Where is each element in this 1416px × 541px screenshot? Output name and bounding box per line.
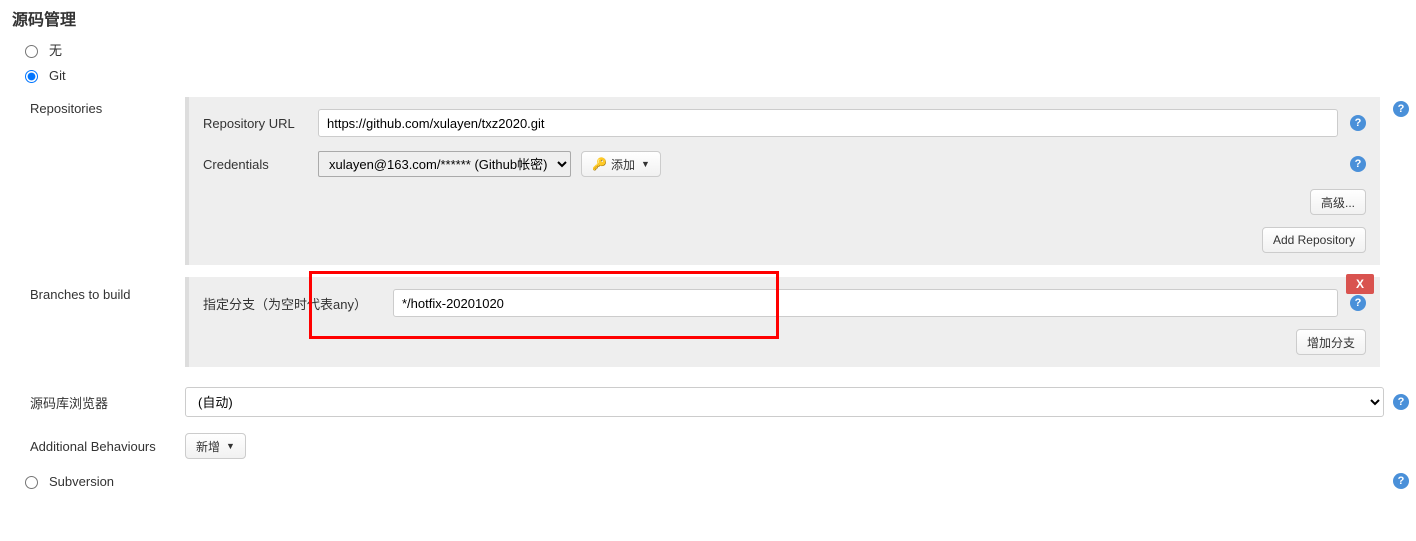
repo-browser-label: 源码库浏览器 [30,393,185,412]
help-icon[interactable]: ? [1350,156,1366,172]
repository-url-input[interactable] [318,109,1338,137]
branches-section-label: Branches to build [30,273,185,367]
caret-down-icon: ▼ [641,159,650,169]
additional-behaviours-label: Additional Behaviours [30,439,185,454]
help-icon[interactable]: ? [1393,101,1409,117]
scm-subversion-label[interactable]: Subversion [49,474,114,489]
add-repository-button[interactable]: Add Repository [1262,227,1366,253]
help-icon[interactable]: ? [1350,115,1366,131]
add-behaviour-button[interactable]: 新增 ▼ [185,433,246,459]
credentials-select[interactable]: xulayen@163.com/****** (Github帐密) [318,151,571,177]
section-title: 源码管理 [0,0,1416,36]
scm-none-label[interactable]: 无 [49,40,62,59]
branch-specifier-label: 指定分支（为空时代表any） [203,294,393,313]
repositories-section-label: Repositories [30,87,185,265]
repository-url-label: Repository URL [203,116,318,131]
help-icon[interactable]: ? [1393,473,1409,489]
credentials-label: Credentials [203,157,318,172]
add-credentials-button[interactable]: 🔑 添加 ▼ [581,151,661,177]
caret-down-icon: ▼ [226,441,235,451]
scm-git-label[interactable]: Git [49,68,66,83]
scm-subversion-radio[interactable] [25,476,38,489]
help-icon[interactable]: ? [1350,295,1366,311]
scm-none-radio[interactable] [25,45,38,58]
key-icon: 🔑 [592,157,607,171]
add-branch-button[interactable]: 增加分支 [1296,329,1366,355]
branch-specifier-input[interactable] [393,289,1338,317]
advanced-button[interactable]: 高级... [1310,189,1366,215]
repo-browser-select[interactable]: (自动) [185,387,1384,417]
scm-git-radio[interactable] [25,70,38,83]
help-icon[interactable]: ? [1393,394,1409,410]
